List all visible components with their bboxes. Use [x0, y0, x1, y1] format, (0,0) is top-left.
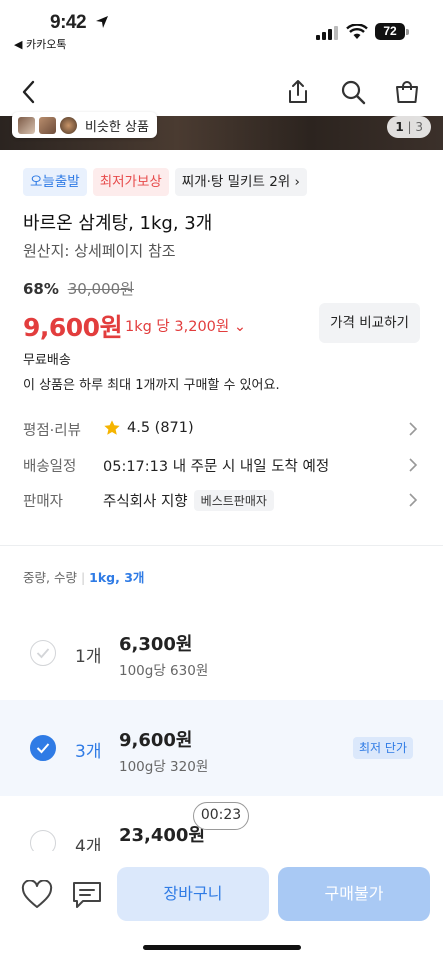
similar-thumb: [39, 116, 56, 134]
chevron-right-icon: [409, 422, 418, 436]
chevron-right-icon: [409, 493, 418, 507]
seller-row[interactable]: 판매자 주식회사 지향 베스트판매자: [23, 488, 420, 512]
free-shipping-label: 무료배송: [23, 353, 71, 368]
image-counter-total: 3: [415, 120, 423, 134]
option-row[interactable]: 1개 6,300원 100g당 630원: [0, 604, 443, 700]
share-icon[interactable]: [284, 78, 312, 106]
option-row-selected[interactable]: 3개 9,600원 100g당 320원 최저 단가: [0, 700, 443, 796]
delivery-schedule-row[interactable]: 배송일정 05:17:13 내 주문 시 내일 도착 예정: [23, 453, 420, 477]
back-arrow-icon[interactable]: [16, 78, 44, 106]
similar-products-button[interactable]: 비슷한 상품: [12, 112, 157, 138]
discount-line: 68% 30,000원: [23, 278, 134, 299]
rating-value-group: 4.5 (871): [103, 419, 194, 437]
radio-unchecked[interactable]: [30, 640, 56, 666]
option-separator: |: [80, 570, 86, 585]
product-origin: 원산지: 상세페이지 참조: [23, 242, 176, 260]
option-qty: 3개: [75, 742, 102, 762]
add-to-cart-button[interactable]: 장바구니: [117, 867, 269, 921]
seller-value-group: 주식회사 지향 베스트판매자: [103, 490, 274, 511]
star-icon: [104, 420, 120, 435]
check-icon: [36, 648, 50, 659]
similar-thumb: [18, 116, 35, 134]
unit-price-toggle[interactable]: 1kg 당 3,200원 ⌄: [125, 315, 246, 336]
top-nav-bar: [0, 66, 443, 116]
radio-unchecked[interactable]: [30, 830, 56, 851]
chevron-right-icon: [409, 458, 418, 472]
tag-lowest-price-guarantee: 최저가보상: [92, 168, 169, 196]
option-unit-price: 100g당 630원: [119, 663, 209, 679]
option-price: 6,300원: [119, 634, 193, 655]
lowest-unit-price-badge: 최저 단가: [353, 737, 413, 759]
option-label: 중량, 수량: [23, 570, 77, 585]
rating-review-row[interactable]: 평점·리뷰 4.5 (871): [23, 417, 420, 441]
image-counter-current: 1: [395, 120, 404, 134]
chat-inquiry-icon[interactable]: [71, 880, 103, 910]
tag-today-ship: 오늘출발: [23, 168, 87, 196]
back-to-app-link[interactable]: ◀ 카카오톡: [14, 36, 66, 52]
status-time: 9:42: [50, 12, 87, 33]
timer-badge: 00:23: [193, 802, 249, 830]
buy-unavailable-button[interactable]: 구매불가: [278, 867, 430, 921]
sale-price: 9,600원: [23, 313, 123, 342]
option-selected-value: 1kg, 3개: [89, 570, 145, 585]
rating-label: 평점·리뷰: [23, 423, 81, 439]
seller-name: 주식회사 지향: [103, 494, 188, 510]
location-arrow-icon: [96, 16, 108, 28]
cellular-signal-icon: [316, 26, 338, 40]
original-price: 30,000원: [67, 280, 134, 298]
section-divider: [0, 545, 443, 546]
option-price: 9,600원: [119, 730, 193, 751]
product-title: 바르온 삼계탕, 1kg, 3개: [23, 213, 213, 234]
best-seller-badge: 베스트판매자: [193, 490, 274, 511]
delivery-value: 05:17:13 내 주문 시 내일 도착 예정: [103, 459, 330, 475]
compare-price-button[interactable]: 가격 비교하기: [319, 303, 420, 343]
battery-tip: [406, 29, 409, 35]
shopping-bag-icon[interactable]: [393, 78, 421, 106]
option-qty: 4개: [75, 837, 102, 851]
option-header: 중량, 수량 | 1kg, 3개: [23, 567, 144, 586]
status-bar: 9:42 ◀ 카카오톡 72: [0, 0, 443, 56]
product-tags: 오늘출발 최저가보상 찌개·탕 밀키트 2위 ›: [23, 168, 307, 196]
seller-label: 판매자: [23, 494, 64, 510]
image-counter: 1 | 3: [387, 116, 431, 138]
option-unit-price: 100g당 320원: [119, 759, 209, 775]
rating-value: 4.5 (871): [127, 420, 194, 436]
option-price: 23,400원: [119, 825, 206, 846]
check-icon: [36, 743, 50, 754]
tag-ranking[interactable]: 찌개·탕 밀키트 2위 ›: [174, 168, 307, 196]
delivery-label: 배송일정: [23, 459, 77, 475]
similar-products-label: 비슷한 상품: [85, 119, 149, 135]
radio-checked[interactable]: [30, 735, 56, 761]
discount-rate: 68%: [23, 280, 59, 298]
battery-indicator: 72: [375, 23, 405, 40]
bottom-action-bar: 장바구니 구매불가: [0, 851, 443, 960]
search-icon[interactable]: [339, 78, 367, 106]
home-indicator: [143, 945, 301, 950]
similar-thumb: [60, 116, 77, 134]
heart-icon[interactable]: [21, 880, 53, 910]
wifi-icon: [346, 24, 368, 39]
option-qty: 1개: [75, 647, 102, 667]
purchase-limit-note: 이 상품은 하루 최대 1개까지 구매할 수 있어요.: [23, 378, 280, 393]
